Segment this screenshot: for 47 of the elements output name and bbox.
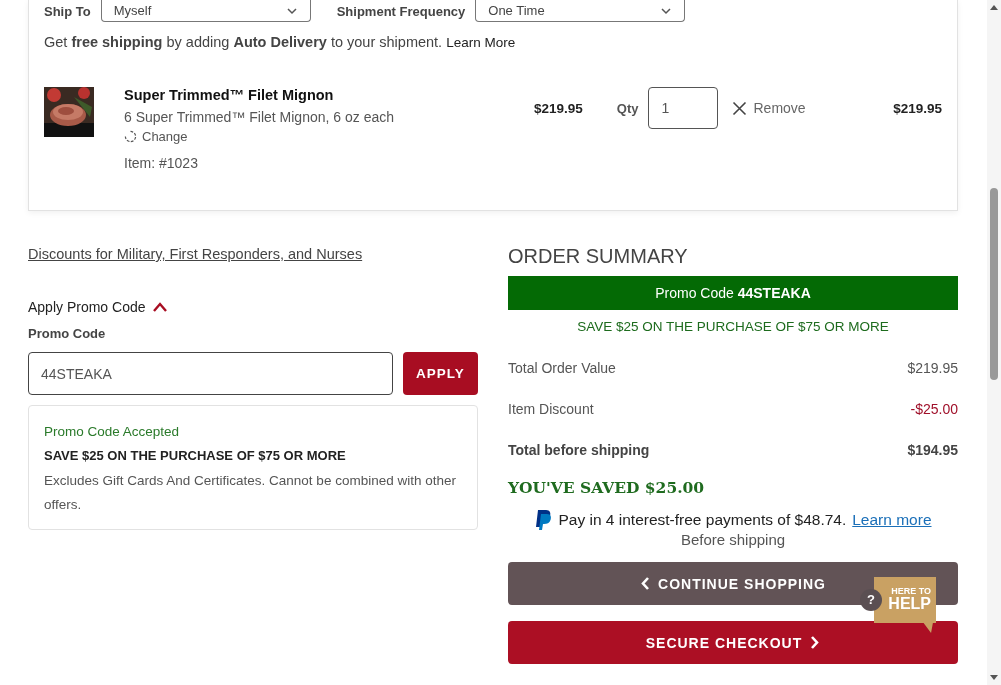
shipping-note: Get free shipping by adding Auto Delivery to your shipment. Learn More — [44, 34, 517, 50]
summary-label: Total Order Value — [508, 360, 616, 376]
chevron-icon — [151, 301, 168, 313]
offer-terms: Excludes Gift Cards And Certificates. Cannot be combined with other offers. — [44, 472, 457, 514]
promo-status: Promo Code Accepted — [44, 424, 181, 439]
promo-code-field[interactable]: 44STEAKA — [28, 352, 393, 395]
dropdown[interactable]: One Time — [475, 0, 686, 22]
field-label: Shipment Frequency — [336, 3, 466, 19]
item-number: Item: #1023 — [124, 155, 199, 171]
qty-label: Qty — [616, 100, 639, 116]
scroll-down-icon[interactable] — [990, 675, 998, 681]
savings-text: YOU'VE SAVED $25.00 — [508, 478, 706, 497]
learn-more-link[interactable]: Learn More — [446, 35, 516, 50]
paypal-note: Before shipping — [679, 531, 787, 548]
summary-label: Item Discount — [508, 401, 594, 417]
summary-title: ORDER SUMMARY — [508, 245, 689, 268]
paypal-text: Pay in 4 interest-free payments of $48.74. — [558, 511, 847, 529]
scroll-thumb[interactable] — [990, 188, 998, 380]
close-icon — [732, 100, 748, 116]
learn-more-link[interactable]: Learn more — [852, 511, 932, 529]
scroll-up-icon[interactable] — [990, 4, 998, 10]
checkout-button[interactable]: SECURE CHECKOUT — [508, 621, 958, 664]
promo-banner: Promo Code 44STEAKA — [508, 276, 958, 310]
scrollbar[interactable] — [987, 0, 1001, 685]
chevron-right-icon — [810, 636, 821, 649]
quantity-field[interactable]: 1 — [648, 87, 719, 129]
refresh-icon — [124, 130, 137, 143]
unit-price: $219.95 — [534, 101, 583, 116]
field-label: Promo Code — [28, 326, 107, 341]
paypal-icon — [534, 509, 553, 531]
offer-title: SAVE $25 ON THE PURCHASE OF $75 OR MORE — [44, 448, 347, 463]
dropdown[interactable]: Myself — [100, 0, 311, 22]
field-label: Ship To — [44, 3, 91, 19]
summary-value: $219.95 — [907, 360, 958, 376]
summary-value: -$25.00 — [910, 401, 958, 417]
remove-button[interactable]: Remove — [732, 100, 806, 116]
chevron-left-icon — [640, 577, 651, 590]
summary-value: $194.95 — [907, 442, 958, 458]
summary-label: Total before shipping — [508, 442, 650, 458]
change-button[interactable]: Change — [124, 129, 188, 144]
line-total: $219.95 — [893, 101, 942, 116]
apply-button[interactable]: APPLY — [403, 352, 478, 395]
promo-offer: SAVE $25 ON THE PURCHASE OF $75 OR MORE — [576, 319, 890, 334]
discounts-link[interactable]: Discounts for Military, First Responders, and Nurses — [28, 246, 363, 262]
product-description: 6 Super Trimmed™ Filet Mignon, 6 oz each — [124, 109, 395, 125]
product-name: Super Trimmed™ Filet Mignon — [124, 87, 335, 103]
promo-toggle[interactable]: Apply Promo Code — [28, 299, 168, 315]
